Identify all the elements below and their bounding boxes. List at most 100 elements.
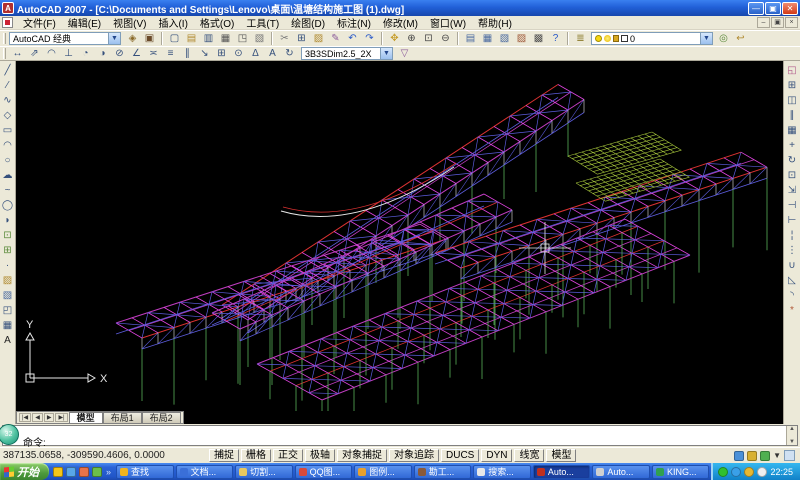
mdi-close-button[interactable]: ×: [785, 17, 798, 28]
restore-button[interactable]: ▣: [765, 2, 781, 15]
drawing-canvas[interactable]: YX: [16, 61, 783, 411]
tab-next-button[interactable]: ▶: [44, 413, 55, 422]
baseline-dimension-icon[interactable]: ≡: [162, 47, 179, 61]
ellipse-icon[interactable]: ◯: [0, 198, 15, 213]
copy-icon[interactable]: ⊞: [785, 78, 800, 93]
task-folder-qiege[interactable]: 切割...: [235, 465, 293, 479]
chevron-down-icon[interactable]: ▼: [700, 33, 712, 44]
status-polar-button[interactable]: 极轴: [305, 449, 335, 462]
status-lock-icon[interactable]: [747, 451, 757, 461]
toolbar-grip[interactable]: [3, 33, 6, 44]
cut-icon[interactable]: ✂: [276, 32, 293, 46]
mdi-minimize-button[interactable]: –: [757, 17, 770, 28]
status-annotation-icon[interactable]: [760, 451, 770, 461]
rotate-icon[interactable]: ↻: [785, 153, 800, 168]
paste-icon[interactable]: ▨: [310, 32, 327, 46]
dimension-text-edit-icon[interactable]: A: [264, 47, 281, 61]
designcenter-icon[interactable]: ▦: [479, 32, 496, 46]
angular-dimension-icon[interactable]: ∠: [128, 47, 145, 61]
workspace-settings-icon[interactable]: ◈: [124, 32, 141, 46]
zoom-window-icon[interactable]: ⊡: [420, 32, 437, 46]
linear-dimension-icon[interactable]: ↔: [9, 47, 26, 61]
quick-launch-overflow-icon[interactable]: »: [106, 467, 114, 477]
tab-layout1[interactable]: 布局1: [103, 412, 142, 423]
plot-icon[interactable]: ▦: [217, 32, 234, 46]
open-icon[interactable]: ▤: [183, 32, 200, 46]
diameter-dimension-icon[interactable]: ⊘: [111, 47, 128, 61]
workspace-combo[interactable]: AutoCAD 经典 ▼: [9, 32, 121, 45]
tray-sync-icon[interactable]: [731, 467, 741, 477]
radius-dimension-icon[interactable]: ◔: [77, 47, 94, 61]
new-icon[interactable]: ▢: [166, 32, 183, 46]
menu-insert[interactable]: 插入(I): [152, 15, 193, 30]
line-icon[interactable]: ╱: [0, 63, 15, 78]
command-prompt[interactable]: 命令:: [3, 426, 786, 445]
status-snap-button[interactable]: 捕捉: [209, 449, 239, 462]
publish-icon[interactable]: ▧: [251, 32, 268, 46]
dimension-style-combo[interactable]: 3B3SDim2.5_2X ▼: [301, 47, 393, 60]
task-autocad2[interactable]: Auto...: [592, 465, 650, 479]
layer-combo[interactable]: 0 ▼: [591, 32, 713, 45]
undo-icon[interactable]: ↶: [344, 32, 361, 46]
tray-input-icon[interactable]: [757, 467, 767, 477]
tab-layout2[interactable]: 布局2: [142, 412, 181, 423]
tab-model[interactable]: 模型: [69, 412, 103, 423]
quick-leader-icon[interactable]: ↘: [196, 47, 213, 61]
markup-set-manager-icon[interactable]: ▨: [513, 32, 530, 46]
start-button[interactable]: 开始: [0, 463, 49, 480]
menu-help[interactable]: 帮助(H): [472, 15, 518, 30]
status-tray-caret-icon[interactable]: ▼: [773, 451, 781, 460]
table-icon[interactable]: ▦: [0, 318, 15, 333]
menu-edit[interactable]: 编辑(E): [62, 15, 107, 30]
explode-icon[interactable]: *: [785, 303, 800, 318]
dimension-update-icon[interactable]: ↻: [281, 47, 298, 61]
join-icon[interactable]: ∪: [785, 258, 800, 273]
construction-line-icon[interactable]: ⁄: [0, 78, 15, 93]
jogged-dimension-icon[interactable]: ◑: [94, 47, 111, 61]
task-autocad[interactable]: Auto...: [533, 465, 591, 479]
region-icon[interactable]: ◰: [0, 303, 15, 318]
coordinates-display[interactable]: 387135.0658, -309590.4606, 0.0000: [3, 450, 208, 461]
center-mark-icon[interactable]: ⊙: [230, 47, 247, 61]
revision-cloud-icon[interactable]: ☁: [0, 168, 15, 183]
save-icon[interactable]: ▥: [200, 32, 217, 46]
help-icon[interactable]: ?: [547, 32, 564, 46]
layer-previous-icon[interactable]: ↩: [732, 32, 749, 46]
gradient-icon[interactable]: ▧: [0, 288, 15, 303]
quick-launch-show-desktop-icon[interactable]: [66, 467, 76, 477]
match-properties-icon[interactable]: ✎: [327, 32, 344, 46]
fillet-icon[interactable]: ◝: [785, 288, 800, 303]
task-kangong[interactable]: 勘工...: [414, 465, 472, 479]
dimension-edit-icon[interactable]: Δ: [247, 47, 264, 61]
menu-draw[interactable]: 绘图(D): [285, 15, 331, 30]
stretch-icon[interactable]: ⇲: [785, 183, 800, 198]
extend-icon[interactable]: ⊢: [785, 213, 800, 228]
hatch-icon[interactable]: ▨: [0, 273, 15, 288]
mdi-restore-button[interactable]: ▣: [771, 17, 784, 28]
clean-screen-button[interactable]: [784, 450, 795, 461]
chamfer-icon[interactable]: ◺: [785, 273, 800, 288]
layer-properties-icon[interactable]: ≣: [572, 32, 589, 46]
status-ortho-button[interactable]: 正交: [273, 449, 303, 462]
mirror-icon[interactable]: ◫: [785, 93, 800, 108]
task-king[interactable]: KING...: [652, 465, 710, 479]
task-qq-album[interactable]: QQ图...: [295, 465, 353, 479]
status-grid-button[interactable]: 栅格: [241, 449, 271, 462]
offset-icon[interactable]: ∥: [785, 108, 800, 123]
status-dyn-button[interactable]: DYN: [481, 449, 512, 462]
scale-icon[interactable]: ⊡: [785, 168, 800, 183]
tab-first-button[interactable]: |◀: [19, 413, 31, 422]
erase-icon[interactable]: ◱: [785, 63, 800, 78]
make-object-layer-current-icon[interactable]: ◎: [715, 32, 732, 46]
quick-launch-ie-icon[interactable]: [79, 467, 89, 477]
pan-icon[interactable]: ✥: [386, 32, 403, 46]
sheet-set-manager-icon[interactable]: ▧: [496, 32, 513, 46]
chevron-down-icon[interactable]: ▼: [108, 33, 120, 44]
status-otrack-button[interactable]: 对象追踪: [389, 449, 439, 462]
continue-dimension-icon[interactable]: ∥: [179, 47, 196, 61]
menu-view[interactable]: 视图(V): [107, 15, 152, 30]
command-scrollbar[interactable]: ▲▼: [786, 426, 797, 445]
zoom-previous-icon[interactable]: ⊖: [437, 32, 454, 46]
task-document[interactable]: 文档...: [176, 465, 234, 479]
rectangle-icon[interactable]: ▭: [0, 123, 15, 138]
